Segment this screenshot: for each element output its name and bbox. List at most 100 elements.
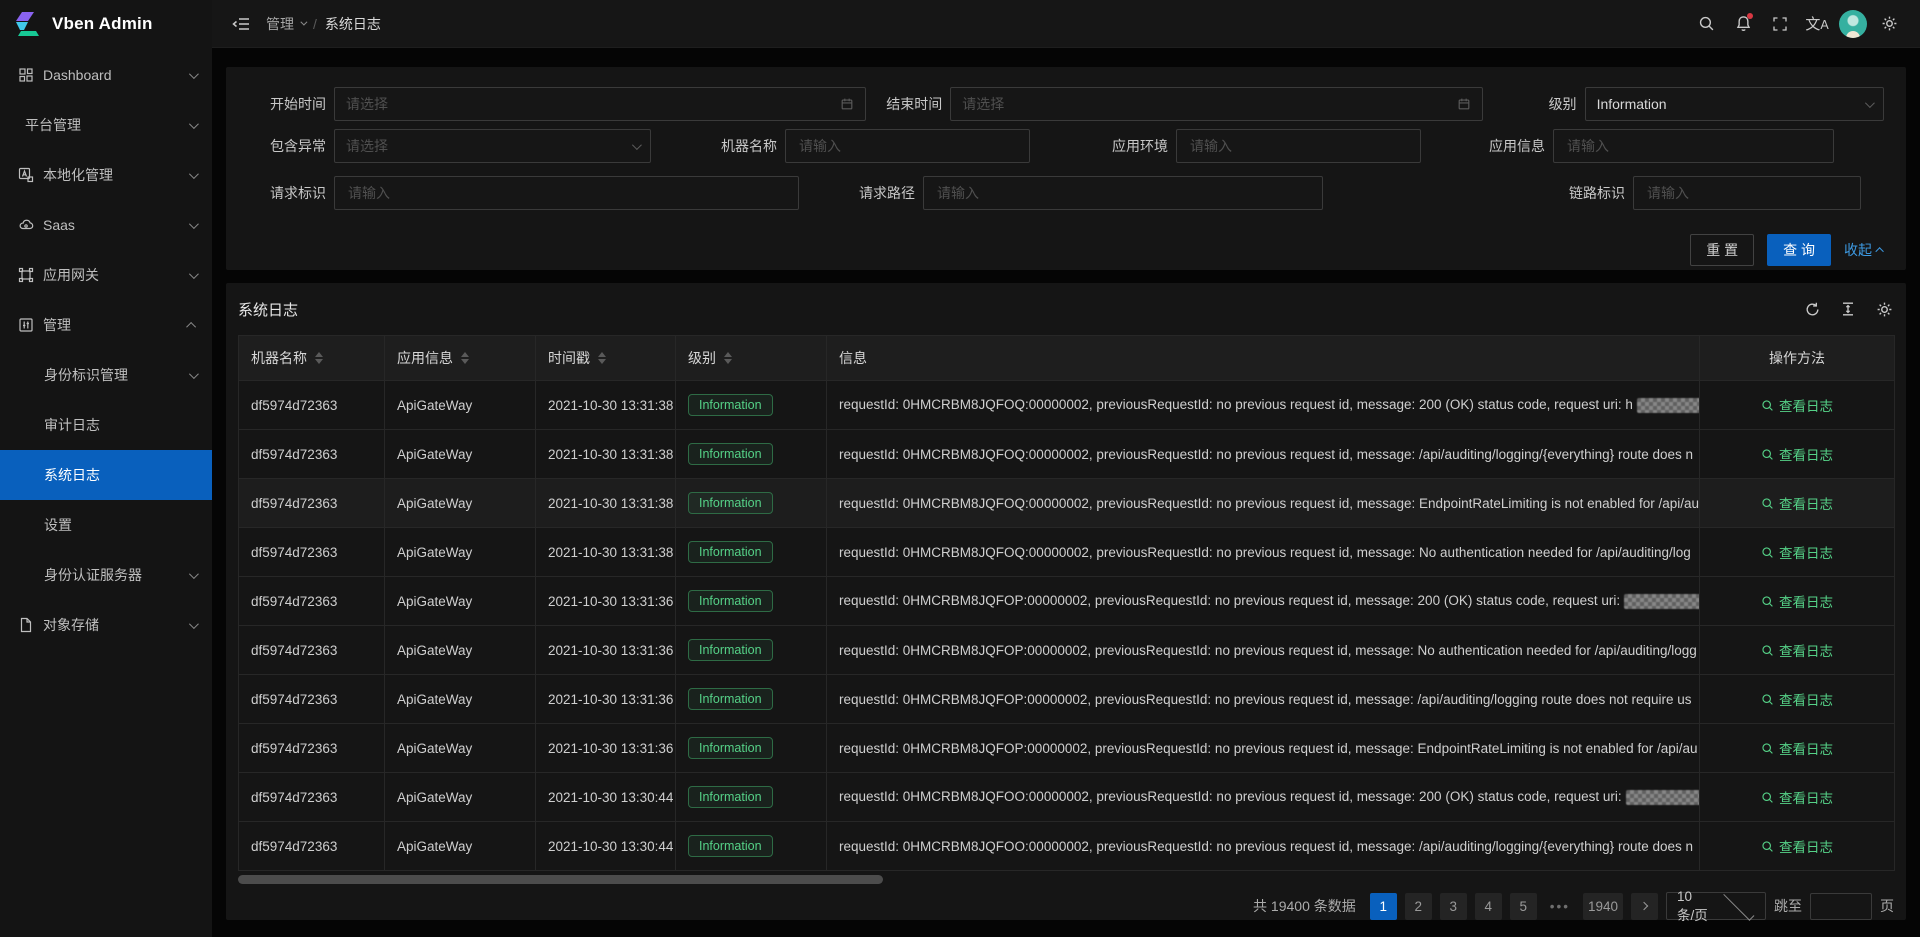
user-avatar[interactable] xyxy=(1839,10,1867,38)
sidebar-item-management[interactable]: 管理 xyxy=(0,300,212,350)
page-button-4[interactable]: 4 xyxy=(1475,893,1502,920)
chevron-down-icon xyxy=(632,140,642,150)
view-log-link[interactable]: 查看日志 xyxy=(1761,542,1833,562)
magnifier-icon xyxy=(1761,644,1774,657)
view-log-link[interactable]: 查看日志 xyxy=(1761,787,1833,807)
collapse-filters-label: 收起 xyxy=(1844,240,1872,260)
page-size-select[interactable]: 10 条/页 xyxy=(1666,892,1766,920)
trace-id-field[interactable] xyxy=(1645,184,1849,202)
view-log-link[interactable]: 查看日志 xyxy=(1761,493,1833,513)
sidebar-item-dashboard[interactable]: Dashboard xyxy=(0,50,212,100)
page-jump: 跳至 页 xyxy=(1774,893,1894,920)
has-exception-select[interactable]: 请选择 xyxy=(334,129,651,163)
environment-input[interactable] xyxy=(1176,129,1421,163)
translate-icon[interactable]: 文A xyxy=(1802,7,1832,41)
sidebar-item-audit-logs[interactable]: 审计日志 xyxy=(0,400,212,450)
chevron-down-icon xyxy=(189,369,199,379)
view-log-link[interactable]: 查看日志 xyxy=(1761,689,1833,709)
sidebar-item-object-storage[interactable]: 对象存储 xyxy=(0,600,212,650)
app-logo[interactable]: Vben Admin xyxy=(0,0,212,48)
page-ellipsis[interactable]: ••• xyxy=(1545,893,1575,920)
sidebar-item-identity-server[interactable]: 身份认证服务器 xyxy=(0,550,212,600)
level-select[interactable]: Information xyxy=(1585,87,1884,121)
magnifier-icon xyxy=(1761,546,1774,559)
fullscreen-icon[interactable] xyxy=(1765,7,1795,41)
table-row[interactable]: df5974d72363 ApiGateWay 2021-10-30 13:31… xyxy=(239,724,1895,773)
page-button-1[interactable]: 1 xyxy=(1370,893,1397,920)
menu-fold-icon[interactable] xyxy=(228,11,254,37)
request-path-field[interactable] xyxy=(935,184,1311,202)
level-badge: Information xyxy=(688,541,773,563)
view-log-link[interactable]: 查看日志 xyxy=(1761,444,1833,464)
page-button-5[interactable]: 5 xyxy=(1510,893,1537,920)
start-time-picker[interactable]: 请选择 xyxy=(334,87,866,121)
chevron-down-icon xyxy=(300,19,307,26)
sidebar-item-label: 系统日志 xyxy=(44,465,196,485)
system-logs-card: 系统日志 xyxy=(226,283,1906,920)
col-header-app[interactable]: 应用信息 xyxy=(385,336,536,381)
refresh-icon[interactable] xyxy=(1802,299,1822,319)
row-height-icon[interactable] xyxy=(1838,299,1858,319)
table-row[interactable]: df5974d72363 ApiGateWay 2021-10-30 13:31… xyxy=(239,528,1895,577)
chevron-down-icon xyxy=(189,269,199,279)
system-logs-table: 机器名称 应用信息 时间戳 级别 信息 操作方法 df5974d72363 Ap… xyxy=(238,335,1895,871)
table-row[interactable]: df5974d72363 ApiGateWay 2021-10-30 13:31… xyxy=(239,675,1895,724)
sidebar-item-label: 身份认证服务器 xyxy=(44,565,189,585)
col-header-level[interactable]: 级别 xyxy=(676,336,827,381)
table-row[interactable]: df5974d72363 ApiGateWay 2021-10-30 13:31… xyxy=(239,577,1895,626)
table-row[interactable]: df5974d72363 ApiGateWay 2021-10-30 13:31… xyxy=(239,430,1895,479)
column-settings-gear-icon[interactable] xyxy=(1874,299,1894,319)
table-row[interactable]: df5974d72363 ApiGateWay 2021-10-30 13:31… xyxy=(239,626,1895,675)
view-log-link[interactable]: 查看日志 xyxy=(1761,640,1833,660)
sidebar-item-identity-management[interactable]: 身份标识管理 xyxy=(0,350,212,400)
sidebar-item-platform[interactable]: 平台管理 xyxy=(0,100,212,150)
sort-icon xyxy=(461,352,469,364)
page-button-2[interactable]: 2 xyxy=(1405,893,1432,920)
settings-gear-icon[interactable] xyxy=(1874,7,1904,41)
notification-bell-icon[interactable] xyxy=(1728,7,1758,41)
sidebar-item-saas[interactable]: Saas xyxy=(0,200,212,250)
breadcrumb-current: 系统日志 xyxy=(325,14,381,34)
application-field[interactable] xyxy=(1565,137,1822,155)
next-page-button[interactable] xyxy=(1631,893,1658,920)
message-cell: requestId: 0HMCRBM8JQFOP:00000002, previ… xyxy=(827,675,1700,724)
page-button-last[interactable]: 1940 xyxy=(1583,893,1623,920)
has-exception-placeholder: 请选择 xyxy=(346,136,624,156)
environment-field[interactable] xyxy=(1188,137,1409,155)
page-button-3[interactable]: 3 xyxy=(1440,893,1467,920)
sidebar-item-label: 管理 xyxy=(43,315,189,335)
application-input[interactable] xyxy=(1553,129,1834,163)
sidebar-item-localization[interactable]: 本地化管理 xyxy=(0,150,212,200)
table-row[interactable]: df5974d72363 ApiGateWay 2021-10-30 13:31… xyxy=(239,479,1895,528)
sidebar-item-gateway[interactable]: 应用网关 xyxy=(0,250,212,300)
table-row[interactable]: df5974d72363 ApiGateWay 2021-10-30 13:30… xyxy=(239,822,1895,871)
table-row[interactable]: df5974d72363 ApiGateWay 2021-10-30 13:30… xyxy=(239,773,1895,822)
scrollbar-thumb[interactable] xyxy=(238,875,883,884)
col-header-timestamp[interactable]: 时间戳 xyxy=(536,336,676,381)
trace-id-input[interactable] xyxy=(1633,176,1861,210)
request-id-input[interactable] xyxy=(334,176,799,210)
reset-button[interactable]: 重 置 xyxy=(1690,234,1754,266)
search-button[interactable]: 查 询 xyxy=(1767,234,1831,266)
end-time-picker[interactable]: 请选择 xyxy=(950,87,1482,121)
breadcrumb-root[interactable]: 管理 xyxy=(266,14,305,34)
view-log-link[interactable]: 查看日志 xyxy=(1761,395,1833,415)
view-log-link[interactable]: 查看日志 xyxy=(1761,738,1833,758)
sidebar-item-settings[interactable]: 设置 xyxy=(0,500,212,550)
jump-page-input[interactable] xyxy=(1810,893,1872,920)
table-row[interactable]: df5974d72363 ApiGateWay 2021-10-30 13:31… xyxy=(239,381,1895,430)
machine-name-input[interactable] xyxy=(785,129,1030,163)
sidebar-item-system-logs[interactable]: 系统日志 xyxy=(0,450,212,500)
calendar-icon xyxy=(1457,97,1471,111)
table-header-row: 机器名称 应用信息 时间戳 级别 信息 操作方法 xyxy=(239,336,1895,381)
request-id-field[interactable] xyxy=(346,184,787,202)
view-log-link[interactable]: 查看日志 xyxy=(1761,836,1833,856)
request-path-input[interactable] xyxy=(923,176,1323,210)
message-cell: requestId: 0HMCRBM8JQFOP:00000002, previ… xyxy=(827,724,1700,773)
col-header-machine[interactable]: 机器名称 xyxy=(239,336,385,381)
machine-name-field[interactable] xyxy=(797,137,1018,155)
view-log-link[interactable]: 查看日志 xyxy=(1761,591,1833,611)
search-icon[interactable] xyxy=(1691,7,1721,41)
collapse-filters-link[interactable]: 收起 xyxy=(1844,240,1884,260)
jump-suffix-label: 页 xyxy=(1880,896,1894,916)
